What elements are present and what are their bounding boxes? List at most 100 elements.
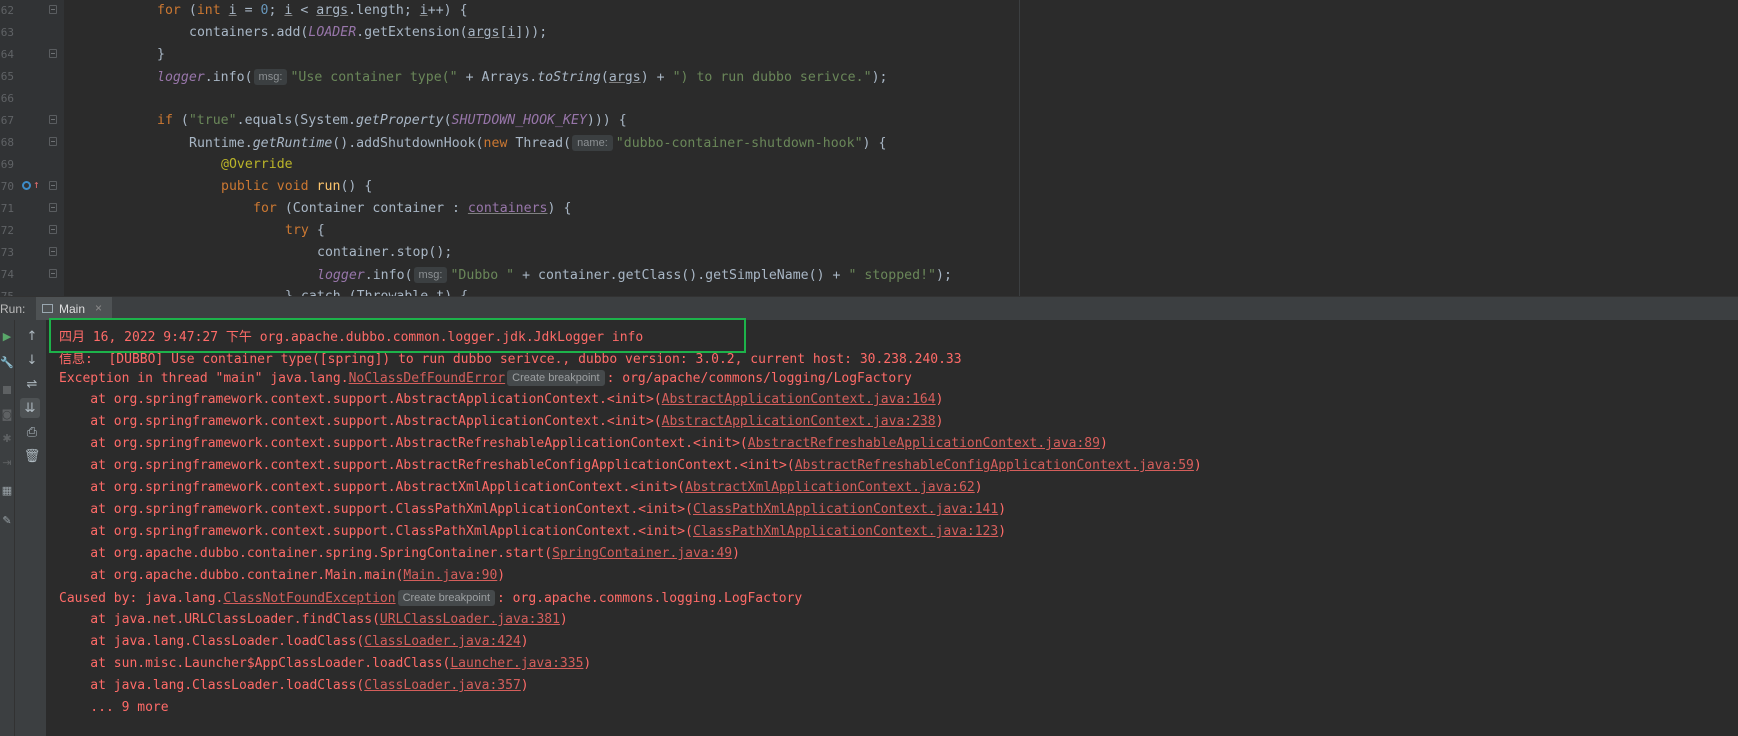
debug-icon[interactable]: ✱ — [0, 428, 14, 448]
soft-wrap-icon[interactable]: ⇌ — [22, 374, 42, 394]
line-number[interactable]: 74 — [0, 268, 14, 281]
stacktrace-link[interactable]: AbstractRefreshableApplicationContext.ja… — [748, 436, 1100, 451]
create-breakpoint-button[interactable]: Create breakpoint — [397, 590, 496, 606]
up-arrow-icon[interactable]: ↑ — [22, 326, 42, 346]
scroll-to-end-icon[interactable]: ⇊ — [20, 398, 40, 418]
code-line[interactable]: 67 if ("true".equals(System.getProperty(S… — [0, 110, 1738, 132]
stacktrace-link[interactable]: ClassLoader.java:357 — [364, 678, 521, 693]
console-line: at org.springframework.context.support.A… — [59, 480, 983, 502]
code-line[interactable]: 62 for (int i = 0; i < args.length; i++) … — [0, 0, 1738, 22]
tab-main-label: Main — [59, 302, 86, 316]
line-number[interactable]: 63 — [0, 26, 14, 39]
stacktrace-link[interactable]: Main.java:90 — [403, 568, 497, 583]
pin-icon[interactable]: ✎ — [0, 510, 14, 530]
code-text: container.stop(); — [317, 245, 452, 260]
code-line[interactable]: 66 — [0, 88, 1738, 110]
code-line[interactable]: 68 Runtime.getRuntime().addShutdownHook(n… — [0, 132, 1738, 154]
fold-toggle-icon[interactable] — [49, 247, 57, 256]
code-line[interactable]: 72 try { — [0, 220, 1738, 242]
line-number[interactable]: 71 — [0, 202, 14, 215]
code-token: .info( — [204, 70, 253, 85]
line-number[interactable]: 64 — [0, 48, 14, 61]
code-token: logger — [157, 70, 205, 85]
code-text: } — [157, 47, 165, 62]
fold-toggle-icon[interactable] — [49, 115, 57, 124]
stacktrace-link[interactable]: ClassLoader.java:424 — [364, 634, 521, 649]
code-line[interactable]: 75} catch (Throwable t) { — [0, 286, 1738, 296]
code-line[interactable]: 71 for (Container container : containers)… — [0, 198, 1738, 220]
fold-toggle-icon[interactable] — [49, 181, 57, 190]
code-line[interactable]: 64} — [0, 44, 1738, 66]
stop-icon[interactable] — [0, 380, 14, 400]
fold-toggle-icon[interactable] — [49, 5, 57, 14]
code-token: ; — [268, 3, 285, 18]
console-line: ... 9 more — [59, 700, 168, 722]
code-text: } catch (Throwable t) { — [285, 289, 468, 296]
layout-icon[interactable]: ▦ — [0, 480, 14, 500]
console-text: 信息: [DUBBO] Use container type([spring])… — [59, 352, 962, 367]
rerun-icon[interactable]: ▶ — [0, 326, 14, 346]
stacktrace-link[interactable]: ClassNotFoundException — [223, 591, 395, 606]
code-token: ))) { — [586, 113, 627, 128]
line-number[interactable]: 73 — [0, 246, 14, 259]
code-editor[interactable]: 62 for (int i = 0; i < args.length; i++) … — [0, 0, 1738, 296]
stacktrace-link[interactable]: AbstractXmlApplicationContext.java:62 — [685, 480, 975, 495]
fold-toggle-icon[interactable] — [49, 203, 57, 212]
line-number[interactable]: 66 — [0, 92, 14, 105]
line-number[interactable]: 68 — [0, 136, 14, 149]
code-token: public — [221, 179, 269, 194]
stacktrace-link[interactable]: AbstractApplicationContext.java:238 — [662, 414, 936, 429]
code-line[interactable]: 70 ↑ public void run() { — [0, 176, 1738, 198]
stacktrace-link[interactable]: ClassPathXmlApplicationContext.java:141 — [693, 502, 998, 517]
code-token: for — [253, 201, 277, 216]
exit-icon[interactable]: ⇥ — [0, 452, 14, 472]
console-text: ) — [497, 568, 506, 583]
code-text: try { — [285, 223, 325, 238]
down-arrow-icon[interactable]: ↓ — [22, 350, 42, 370]
stacktrace-link[interactable]: AbstractApplicationContext.java:164 — [662, 392, 936, 407]
stacktrace-link[interactable]: Launcher.java:335 — [450, 656, 583, 671]
console-text: at org.springframework.context.support.C… — [59, 502, 693, 517]
code-token: "Use container type(" — [290, 70, 458, 85]
code-line[interactable]: 73 container.stop(); — [0, 242, 1738, 264]
code-token: @Override — [221, 157, 293, 172]
code-line[interactable]: 69 @Override — [0, 154, 1738, 176]
code-token: "dubbo-container-shutdown-hook" — [615, 136, 863, 151]
code-line[interactable]: 63 containers.add(LOADER.getExtension(arg… — [0, 22, 1738, 44]
code-token: ( — [443, 113, 452, 128]
code-token: int — [196, 3, 221, 18]
override-marker-icon[interactable] — [22, 181, 31, 190]
close-tab-icon[interactable]: × — [95, 301, 102, 315]
console-text: ) — [974, 480, 983, 495]
stacktrace-link[interactable]: NoClassDefFoundError — [349, 371, 506, 386]
line-number[interactable]: 69 — [0, 158, 14, 171]
code-token: } catch (Throwable t) { — [285, 289, 468, 296]
code-line[interactable]: 65 logger.info(msg: "Use container type(" … — [0, 66, 1738, 88]
line-number[interactable]: 67 — [0, 114, 14, 127]
code-token: ( — [600, 70, 609, 85]
tab-main[interactable]: Main × — [36, 297, 112, 321]
line-number[interactable]: 72 — [0, 224, 14, 237]
code-line[interactable]: 74 logger.info(msg: "Dubbo " + container.g… — [0, 264, 1738, 286]
line-number[interactable]: 65 — [0, 70, 14, 83]
fold-toggle-icon[interactable] — [49, 49, 57, 58]
print-icon[interactable]: ⎙ — [22, 422, 42, 442]
stacktrace-link[interactable]: URLClassLoader.java:381 — [380, 612, 560, 627]
fold-toggle-icon[interactable] — [49, 269, 57, 278]
overrides-arrow-icon[interactable]: ↑ — [33, 178, 40, 191]
stacktrace-link[interactable]: SpringContainer.java:49 — [552, 546, 732, 561]
stacktrace-link[interactable]: AbstractRefreshableConfigApplicationCont… — [795, 458, 1194, 473]
stacktrace-link[interactable]: ClassPathXmlApplicationContext.java:123 — [693, 524, 998, 539]
clear-all-icon[interactable]: 🗑 — [22, 446, 42, 466]
fold-toggle-icon[interactable] — [49, 225, 57, 234]
line-number[interactable]: 62 — [0, 4, 14, 17]
create-breakpoint-button[interactable]: Create breakpoint — [507, 370, 605, 386]
settings-icon[interactable]: 🔧 — [0, 352, 14, 372]
fold-toggle-icon[interactable] — [49, 137, 57, 146]
console-tab-icon — [42, 304, 53, 313]
camera-icon[interactable]: ◙ — [0, 404, 14, 424]
code-token: ); — [871, 70, 888, 85]
console-text: ) — [732, 546, 740, 561]
line-number[interactable]: 70 — [0, 180, 14, 193]
console-line: at org.springframework.context.support.A… — [59, 458, 1201, 480]
